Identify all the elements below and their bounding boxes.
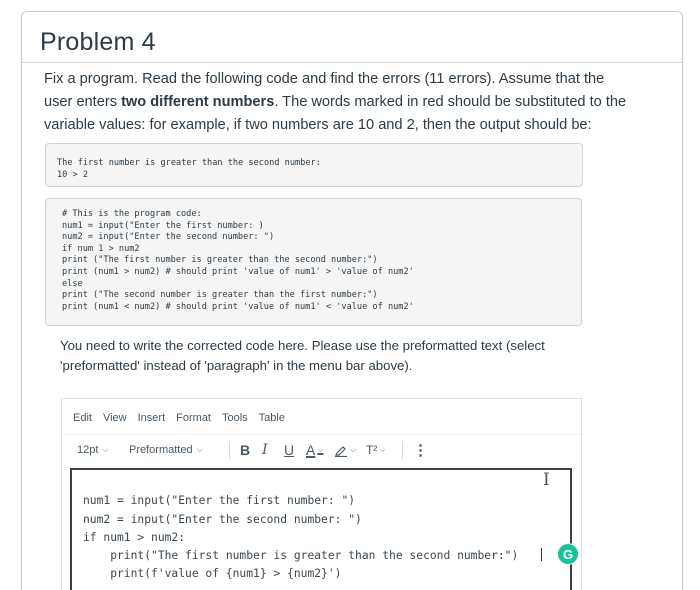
code-line: if num 1 > num2 [62, 243, 140, 254]
code-line: # This is the program code: [62, 209, 202, 219]
menu-insert[interactable]: Insert [138, 412, 166, 424]
code-line: num2 = input("Enter the second number: "… [62, 232, 275, 243]
editor-menubar: Edit View Insert Format Tools Table [73, 412, 296, 424]
menu-tools[interactable]: Tools [222, 412, 248, 424]
title-divider [22, 62, 682, 63]
answer-code-line: num2 = input("Enter the second number: "… [83, 513, 362, 526]
menubar-divider [62, 434, 581, 435]
emphasis-two-different-numbers: two different numbers [121, 94, 275, 110]
menu-view[interactable]: View [103, 412, 127, 424]
toolbar-divider [402, 441, 403, 459]
underline-icon[interactable]: U [284, 442, 306, 458]
code-line: else [62, 278, 83, 289]
toolbar-divider [229, 441, 230, 459]
code-line: num1 = input("Enter the first number: ) [62, 220, 264, 231]
grammarly-icon[interactable]: G [558, 544, 578, 564]
text-caret [541, 548, 542, 561]
problem-description: Fix a program. Read the following code a… [44, 68, 644, 137]
description-line-1: Fix a program. Read the following code a… [44, 71, 605, 87]
example-output-line: The first number is greater than the sec… [57, 158, 321, 168]
menu-format[interactable]: Format [176, 412, 211, 424]
superscript-icon[interactable]: T² ⌵ [366, 443, 398, 457]
font-size-select[interactable]: 12pt ⌵ [77, 444, 129, 456]
italic-icon[interactable]: I [262, 442, 284, 458]
menu-edit[interactable]: Edit [73, 412, 92, 424]
code-line: print (num1 > num2) # should print 'valu… [62, 266, 414, 277]
chevron-down-icon: ⌵ [196, 445, 203, 454]
block-format-select[interactable]: Preformatted ⌵ [129, 444, 229, 456]
answer-code-line: if num1 > num2: [83, 531, 186, 544]
pen-icon [335, 446, 347, 457]
highlight-color-icon[interactable]: ⌵ [334, 443, 364, 457]
code-line: print ("The first number is greater than… [62, 255, 378, 266]
menu-table[interactable]: Table [259, 412, 285, 424]
chevron-down-icon: ⌵ [317, 445, 324, 454]
given-code-block: # This is the program code: num1 = input… [45, 198, 582, 326]
example-output-block: The first number is greater than the sec… [45, 143, 583, 187]
description-line-3: variable values: for example, if two num… [44, 117, 592, 133]
more-icon[interactable]: ⋮ [413, 441, 428, 459]
description-line-2: user enters two different numbers. The w… [44, 94, 627, 110]
problem-title: Problem 4 [40, 28, 156, 56]
chevron-down-icon: ⌵ [350, 445, 357, 454]
code-line: print ("The second number is greater tha… [62, 290, 378, 301]
answer-code-line: print(f'value of {num1} > {num2}') [83, 567, 342, 580]
example-output-line: 10 > 2 [57, 170, 89, 180]
code-line: print (num1 < num2) # should print 'valu… [62, 301, 414, 312]
answer-instructions: You need to write the corrected code her… [60, 338, 545, 373]
answer-code-line: print("The first number is greater than … [83, 549, 519, 562]
answer-code-line: num1 = input("Enter the first number: ") [83, 494, 356, 507]
chevron-down-icon: ⌵ [379, 445, 386, 454]
editor-toolbar: 12pt ⌵ Preformatted ⌵ B I U A ⌵ ⌵ T² ⌵ ⋮ [77, 440, 428, 460]
chevron-down-icon: ⌵ [102, 445, 109, 454]
mouse-cursor-ibeam-icon: I [543, 470, 550, 490]
bold-icon[interactable]: B [240, 442, 262, 458]
text-color-icon[interactable]: A ⌵ [306, 442, 330, 458]
